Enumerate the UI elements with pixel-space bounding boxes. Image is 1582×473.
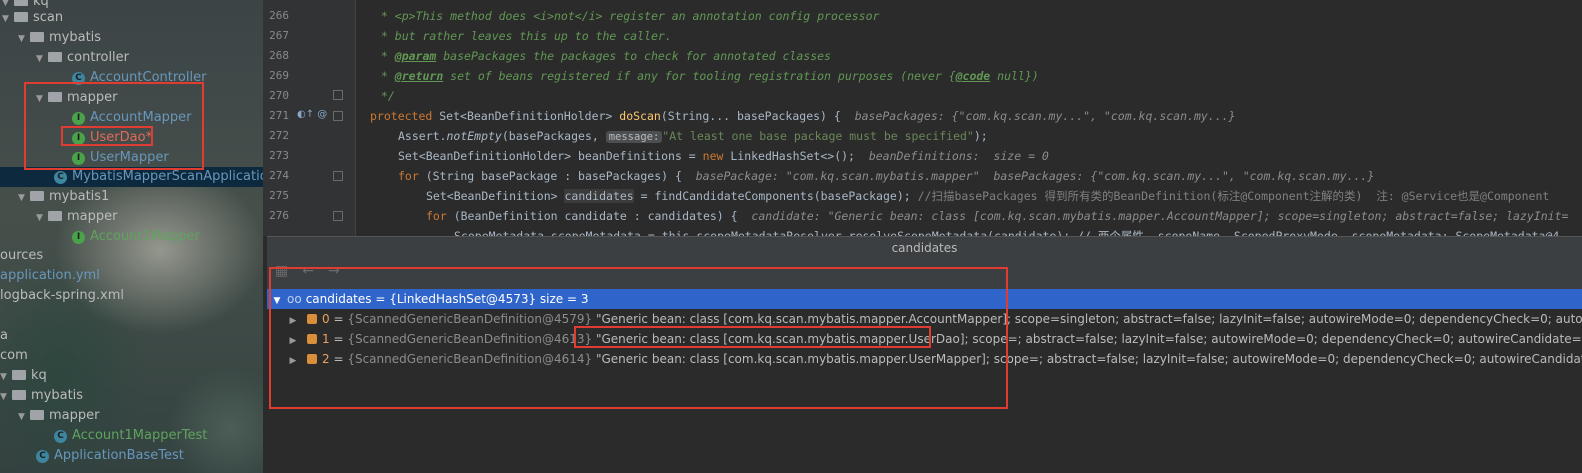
chevron-down-icon[interactable]: ▼ (36, 208, 48, 228)
code-line-266: * <p>This method does <i>not</i> registe… (374, 9, 880, 23)
line-number: 269 (269, 69, 289, 82)
folder-icon (48, 52, 62, 62)
tree-item-mybatis[interactable]: ▼ mybatis (18, 28, 101, 48)
project-tree-panel: ▼ kq ▼ scan ▼ mybatis ▼ controller C AccountC… (0, 0, 263, 473)
code-line-272: Assert.notEmpty(basePackages, message: "A… (398, 129, 988, 143)
chevron-down-icon[interactable]: ▼ (18, 29, 30, 49)
code-line-267: * but rather leaves this up to the calle… (374, 29, 672, 43)
test-class-icon: C (54, 430, 67, 443)
folder-icon (14, 0, 28, 6)
override-marker-icon[interactable]: ◐↑ @ (297, 109, 327, 120)
code-line-270: */ (374, 89, 395, 103)
tree-item-resources[interactable]: ources (0, 246, 43, 266)
tree-item-mybatismapperscanapplication[interactable]: C MybatisMapperScanApplicatio (54, 167, 263, 187)
parameter-hint: message: (605, 131, 663, 143)
fold-marker-icon[interactable] (333, 90, 343, 100)
line-number: 266 (269, 9, 289, 22)
folder-icon (30, 410, 44, 420)
annotation-box-userdao-entry (574, 326, 931, 348)
fold-marker-icon[interactable] (333, 211, 343, 221)
code-line-274: for (String basePackage : basePackages) … (398, 169, 1375, 183)
tree-item-mybatis-test[interactable]: ▼ mybatis (0, 386, 83, 406)
folder-icon (12, 370, 26, 380)
tree-item-account1mapper[interactable]: I Account1Mapper (72, 227, 200, 247)
line-number: 275 (269, 189, 289, 202)
fold-marker-icon[interactable] (333, 111, 343, 121)
tree-item-application-yml[interactable]: application.yml (0, 266, 100, 286)
code-line-276: for (BeanDefinition candidate : candidat… (426, 209, 1569, 223)
tree-item-mapper-1[interactable]: ▼ mapper (36, 207, 117, 227)
folder-icon (12, 390, 26, 400)
code-line-269: * @return set of beans registered if any… (374, 69, 1039, 83)
folder-icon (30, 32, 44, 42)
annotation-box-userdao (61, 126, 153, 146)
tree-item-account1mappertest[interactable]: C Account1MapperTest (54, 426, 207, 446)
chevron-down-icon[interactable]: ▼ (0, 387, 12, 407)
tree-item-java[interactable]: a (0, 326, 8, 346)
folder-icon (48, 211, 62, 221)
code-line-268: * @param basePackages the packages to ch… (374, 49, 831, 63)
chevron-down-icon[interactable]: ▼ (2, 9, 14, 29)
chevron-down-icon[interactable]: ▼ (0, 367, 12, 387)
interface-icon: I (72, 231, 85, 244)
tree-item-com[interactable]: com (0, 346, 28, 366)
chevron-down-icon[interactable]: ▼ (36, 49, 48, 69)
chevron-down-icon[interactable]: ▼ (18, 188, 30, 208)
tree-item-scan[interactable]: ▼ scan (2, 8, 63, 28)
tree-item-logback-spring-xml[interactable]: logback-spring.xml (0, 286, 124, 306)
tree-item-applicationbasetest[interactable]: C ApplicationBaseTest (36, 446, 184, 466)
fold-marker-icon[interactable] (333, 171, 343, 181)
line-number: 270 (269, 89, 289, 102)
tree-item-controller[interactable]: ▼ controller (36, 48, 129, 68)
spring-app-icon: C (54, 171, 67, 184)
tree-item-mybatis1[interactable]: ▼ mybatis1 (18, 187, 109, 207)
code-line-275: Set<BeanDefinition> candidates = findCan… (426, 189, 1550, 203)
editor-gutter: 266 267 268 269 270 271 272 273 274 275 … (263, 0, 356, 236)
line-number: 274 (269, 169, 289, 182)
test-class-icon: C (36, 450, 49, 463)
code-line-271: protected Set<BeanDefinitionHolder> doSc… (370, 109, 1236, 123)
folder-icon (30, 191, 44, 201)
code-editor[interactable]: * <p>This method does <i>not</i> registe… (356, 0, 1582, 236)
tree-item-mapper-test[interactable]: ▼ mapper (18, 406, 99, 426)
popup-title: candidates (891, 241, 958, 255)
line-number: 267 (269, 29, 289, 42)
chevron-down-icon[interactable]: ▼ (18, 407, 30, 427)
code-line-277: ScopeMetadata scopeMetadata = this.scope… (454, 229, 1560, 236)
line-number: 272 (269, 129, 289, 142)
folder-icon (14, 12, 28, 22)
line-number: 276 (269, 209, 289, 222)
line-number: 268 (269, 49, 289, 62)
line-number: 271 (269, 109, 289, 122)
debug-value-popup[interactable]: candidates ▦ ← → ▼ oo candidates = {LinkedHa… (267, 236, 1582, 473)
code-line-273: Set<BeanDefinitionHolder> beanDefinition… (398, 149, 1049, 163)
tree-item-kq-test[interactable]: ▼ kq (0, 366, 47, 386)
line-number: 273 (269, 149, 289, 162)
